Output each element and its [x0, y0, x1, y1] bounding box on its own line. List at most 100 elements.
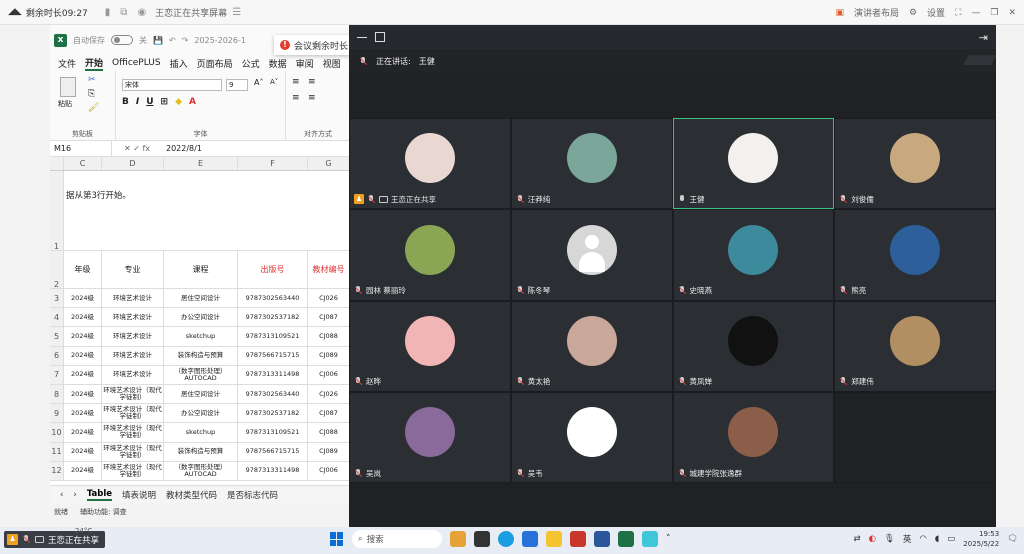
participant-tile[interactable]: 陈冬琴 — [510, 209, 673, 301]
table-cell[interactable]: CJ089 — [308, 346, 350, 365]
ime-indicator[interactable]: 英 — [903, 533, 912, 545]
participant-tile[interactable]: 赵晔 — [349, 300, 511, 392]
excel-icon[interactable] — [618, 531, 634, 547]
search-box[interactable]: ⌕ 搜索 — [352, 530, 442, 548]
folder-icon[interactable] — [546, 531, 562, 547]
font-size-select[interactable]: 9 — [226, 79, 248, 91]
table-cell[interactable]: （数字图形处理）AUTOCAD — [164, 365, 238, 384]
underline-button[interactable]: U — [146, 97, 153, 107]
table-cell[interactable]: 环境艺术设计（现代学徒制） — [102, 384, 164, 404]
edge-icon[interactable] — [498, 531, 514, 547]
participant-tile[interactable]: 王健 — [672, 118, 835, 210]
participant-tile[interactable]: 吴岚 — [349, 391, 511, 483]
table-cell[interactable]: 9787302537182 — [238, 404, 308, 423]
col-header-c[interactable]: C — [64, 157, 102, 170]
header-cell[interactable]: 课程 — [164, 251, 238, 288]
window-icon[interactable] — [375, 32, 385, 42]
table-cell[interactable]: 2024级 — [64, 346, 102, 365]
minimize-icon[interactable]: — — [971, 8, 980, 18]
table-cell[interactable]: 9787302537182 — [238, 308, 308, 327]
table-cell[interactable]: 环境艺术设计 — [102, 346, 164, 365]
participant-tile[interactable]: 汪莽纯 — [510, 118, 673, 210]
tab-review[interactable]: 审阅 — [296, 57, 314, 70]
tray-icon[interactable]: ◐ — [869, 534, 876, 544]
fx-icon[interactable]: ✕ ✓ fx — [112, 144, 162, 153]
align-center-icon[interactable]: ≡ — [308, 93, 316, 103]
volume-icon[interactable]: ◖ — [935, 534, 939, 544]
participant-tile[interactable]: 史晓燕 — [672, 209, 835, 301]
table-cell[interactable]: 2024级 — [64, 442, 102, 461]
table-cell[interactable]: sketchup — [164, 423, 238, 442]
table-cell[interactable]: 居住空间设计 — [164, 384, 238, 404]
table-cell[interactable]: （数字图形处理）AUTOCAD — [164, 461, 238, 480]
table-cell[interactable]: 环境艺术设计（现代学徒制） — [102, 442, 164, 461]
restore-icon[interactable]: ❐ — [990, 8, 998, 18]
font-color-icon[interactable]: A — [189, 97, 196, 107]
start-icon[interactable] — [330, 532, 344, 546]
autosave-toggle[interactable] — [111, 35, 133, 45]
col-header-e[interactable]: E — [164, 157, 238, 170]
table-cell[interactable]: CJ026 — [308, 384, 350, 404]
formula-input[interactable]: 2022/8/1 — [162, 144, 202, 153]
table-cell[interactable]: 装饰构造与预算 — [164, 442, 238, 461]
participant-tile[interactable]: 城建学院张逸群 — [672, 391, 835, 483]
header-cell[interactable]: 教材编号 — [308, 251, 350, 288]
table-cell[interactable]: 9787313311498 — [238, 365, 308, 384]
table-cell[interactable]: 环境艺术设计 — [102, 289, 164, 308]
row-number[interactable]: 5 — [50, 327, 64, 346]
battery-icon[interactable]: ▭ — [947, 534, 955, 544]
table-cell[interactable]: 2024级 — [64, 308, 102, 327]
participant-tile[interactable]: 刘俊儒 — [834, 118, 996, 210]
bold-button[interactable]: B — [122, 97, 129, 107]
tab-page-layout[interactable]: 页面布局 — [197, 57, 233, 70]
table-cell[interactable]: CJ026 — [308, 289, 350, 308]
table-cell[interactable]: 9787302563440 — [238, 384, 308, 404]
tab-view[interactable]: 视图 — [323, 57, 341, 70]
table-cell[interactable]: 9787566715715 — [238, 346, 308, 365]
table-cell[interactable]: 2024级 — [64, 384, 102, 404]
name-box[interactable]: M16 — [50, 140, 112, 157]
table-cell[interactable]: 环境艺术设计（现代学徒制） — [102, 423, 164, 442]
wifi-icon[interactable]: ◠ — [919, 534, 926, 544]
participant-tile[interactable]: 熊亮 — [834, 209, 996, 301]
collapse-icon[interactable]: ⇥ — [979, 31, 988, 44]
header-cell[interactable]: 出版号 — [238, 251, 308, 288]
tab-officeplus[interactable]: OfficePLUS — [112, 58, 161, 68]
tray-icon[interactable]: ⇄ — [854, 534, 861, 544]
row-number[interactable]: 6 — [50, 346, 64, 365]
border-icon[interactable]: ⊞ — [161, 97, 169, 107]
participant-tile[interactable]: 园林 蔡丽玲 — [349, 209, 511, 301]
header-cell[interactable]: 年级 — [64, 251, 102, 288]
table-cell[interactable]: CJ006 — [308, 461, 350, 480]
minimize-icon[interactable] — [357, 36, 367, 38]
table-cell[interactable]: 2024级 — [64, 461, 102, 480]
font-name-select[interactable]: 宋体 — [122, 79, 222, 91]
menu-icon[interactable]: ☰ — [232, 7, 241, 18]
close-icon[interactable]: ✕ — [1008, 8, 1016, 18]
chevron-up-icon[interactable]: ˄ — [666, 534, 671, 544]
align-middle-icon[interactable]: ≡ — [308, 77, 316, 87]
table-cell[interactable]: CJ006 — [308, 365, 350, 384]
table-cell[interactable]: 9787566715715 — [238, 442, 308, 461]
align-top-icon[interactable]: ≡ — [292, 77, 300, 87]
col-header-d[interactable]: D — [102, 157, 164, 170]
table-cell[interactable]: sketchup — [164, 327, 238, 346]
sheet-next-icon[interactable]: › — [73, 490, 76, 500]
table-cell[interactable]: CJ088 — [308, 327, 350, 346]
table-cell[interactable]: 装饰构造与预算 — [164, 346, 238, 365]
sheet-tab-flags[interactable]: 是否标志代码 — [227, 489, 278, 501]
undo-icon[interactable]: ↶ — [169, 36, 176, 45]
table-cell[interactable]: 9787313311498 — [238, 461, 308, 480]
table-cell[interactable]: 环境艺术设计（现代学徒制） — [102, 404, 164, 423]
notification-icon[interactable]: 🗨 — [1007, 534, 1018, 544]
table-cell[interactable]: 居住空间设计 — [164, 289, 238, 308]
table-cell[interactable]: CJ087 — [308, 404, 350, 423]
word-icon[interactable] — [594, 531, 610, 547]
layout-button[interactable]: 演讲者布局 — [854, 6, 899, 19]
sheet-tab-instructions[interactable]: 填表说明 — [122, 489, 156, 501]
redo-icon[interactable]: ↷ — [182, 36, 189, 45]
copy-icon[interactable]: ⎘ — [88, 89, 95, 99]
participant-tile[interactable]: 黄太艳 — [510, 300, 673, 392]
paste-button[interactable]: 粘贴 — [58, 99, 72, 109]
participant-tile[interactable]: 吴韦 — [510, 391, 673, 483]
